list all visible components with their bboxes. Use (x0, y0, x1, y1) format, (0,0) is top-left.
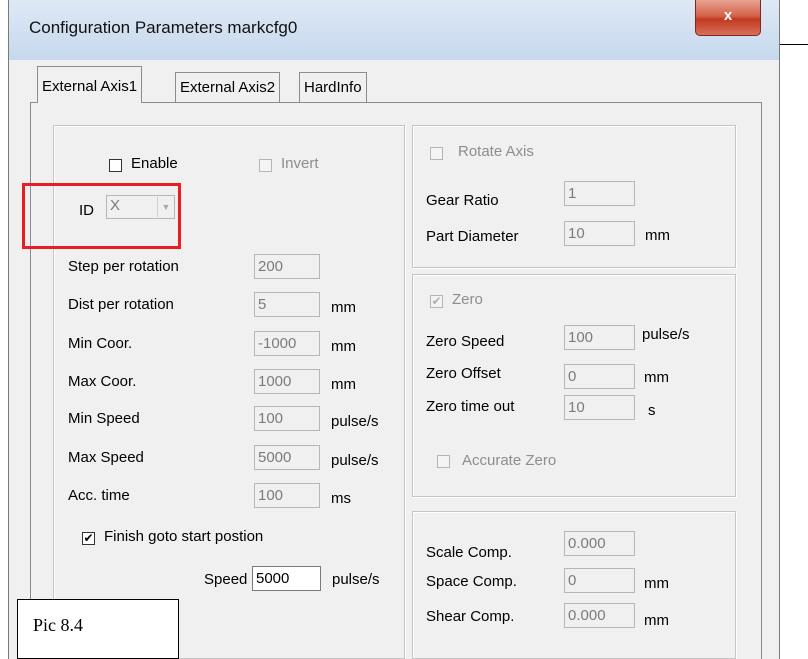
param-label: Dist per rotation (68, 296, 174, 313)
param-label: Max Coor. (68, 373, 137, 390)
check-icon: ✔ (83, 531, 94, 545)
tab-external-axis2[interactable]: External Axis2 (175, 72, 281, 102)
param-label: Min Speed (68, 410, 140, 427)
unit-label: mm (644, 612, 669, 629)
gear-ratio-label: Gear Ratio (426, 192, 499, 209)
part-diameter-field[interactable]: 10 (564, 221, 635, 246)
window-title: Configuration Parameters markcfg0 (29, 18, 298, 37)
unit-label: pulse/s (331, 413, 379, 430)
shear-comp-field[interactable]: 0.000 (564, 603, 635, 628)
zero-checkbox[interactable]: ✔ (430, 295, 443, 308)
field-value: 0.000 (568, 607, 606, 624)
finish-goto-start-label: Finish goto start postion (104, 528, 264, 545)
unit-label: ms (331, 490, 351, 507)
rotate-axis-checkbox[interactable] (430, 147, 443, 160)
unit-label: pulse/s (642, 326, 690, 343)
min-speed-field[interactable]: 100 (254, 406, 320, 431)
step-per-rotation-field[interactable]: 200 (254, 254, 320, 279)
unit-label: pulse/s (332, 571, 380, 588)
unit-label: mm (644, 369, 669, 386)
unit-label: mm (331, 299, 356, 316)
zero-timeout-label: Zero time out (426, 398, 515, 415)
unit-label: mm (644, 575, 669, 592)
scale-comp-field[interactable]: 0.000 (564, 531, 635, 556)
zero-label: Zero (452, 291, 483, 308)
accurate-zero-label: Accurate Zero (462, 452, 557, 469)
field-value: 0.000 (568, 535, 606, 552)
field-value: 100 (258, 410, 284, 427)
close-button[interactable]: x (695, 0, 761, 36)
field-value: 10 (568, 399, 585, 416)
unit-label: mm (331, 338, 356, 355)
max-coor-field[interactable]: 1000 (254, 369, 320, 394)
close-icon: x (723, 7, 733, 24)
title-bar: Configuration Parameters markcfg0 x (9, 0, 779, 60)
dist-per-rotation-field[interactable]: 5 (254, 292, 320, 317)
field-value: -1000 (258, 335, 297, 352)
check-icon: ✔ (431, 294, 442, 308)
part-diameter-label: Part Diameter (426, 228, 519, 245)
zero-offset-field[interactable]: 0 (564, 364, 635, 389)
param-label: Min Coor. (68, 335, 133, 352)
field-value: 1000 (258, 373, 292, 390)
enable-label: Enable (131, 155, 178, 172)
field-value: 200 (258, 258, 284, 275)
unit-label: s (648, 402, 656, 419)
min-coor-field[interactable]: -1000 (254, 331, 320, 356)
highlight-box (22, 183, 181, 249)
space-comp-field[interactable]: 0 (564, 568, 635, 593)
zero-timeout-field[interactable]: 10 (564, 395, 635, 420)
gear-ratio-field[interactable]: 1 (564, 181, 635, 206)
field-value: 10 (568, 225, 585, 242)
field-value: 100 (258, 487, 284, 504)
finish-goto-start-checkbox[interactable]: ✔ (82, 532, 95, 545)
tab-hardinfo[interactable]: HardInfo (299, 72, 367, 102)
field-value: 100 (568, 329, 594, 346)
zero-offset-label: Zero Offset (426, 365, 501, 382)
shear-comp-label: Shear Comp. (426, 608, 515, 625)
space-comp-label: Space Comp. (426, 573, 517, 590)
unit-label: mm (331, 376, 356, 393)
enable-checkbox[interactable] (109, 159, 122, 172)
field-value: 5 (258, 296, 267, 313)
acc-time-field[interactable]: 100 (254, 483, 320, 508)
zero-speed-field[interactable]: 100 (564, 325, 635, 350)
field-value: 0 (568, 572, 577, 589)
connector-line (778, 44, 808, 45)
invert-label: Invert (281, 155, 319, 172)
tab-label: HardInfo (304, 79, 362, 96)
rotate-axis-label: Rotate Axis (458, 143, 534, 160)
param-label: Step per rotation (68, 258, 179, 275)
field-value: 1 (568, 185, 577, 202)
scale-comp-label: Scale Comp. (426, 544, 512, 561)
tab-external-axis1[interactable]: External Axis1 (37, 66, 143, 103)
speed-label: Speed (204, 571, 248, 588)
param-label: Acc. time (68, 487, 130, 504)
zero-speed-label: Zero Speed (426, 333, 505, 350)
tab-label: External Axis2 (180, 79, 276, 96)
unit-label: pulse/s (331, 452, 379, 469)
field-value: 0 (568, 368, 577, 385)
accurate-zero-checkbox[interactable] (437, 455, 450, 468)
caption-text: Pic 8.4 (33, 615, 84, 635)
invert-checkbox[interactable] (259, 159, 272, 172)
param-label: Max Speed (68, 449, 144, 466)
field-value: 5000 (256, 570, 290, 587)
speed-input[interactable]: 5000 (252, 566, 321, 591)
picture-caption: Pic 8.4 (17, 599, 179, 659)
tab-label: External Axis1 (42, 78, 138, 95)
field-value: 5000 (258, 449, 292, 466)
max-speed-field[interactable]: 5000 (254, 445, 320, 470)
unit-label: mm (645, 227, 670, 244)
